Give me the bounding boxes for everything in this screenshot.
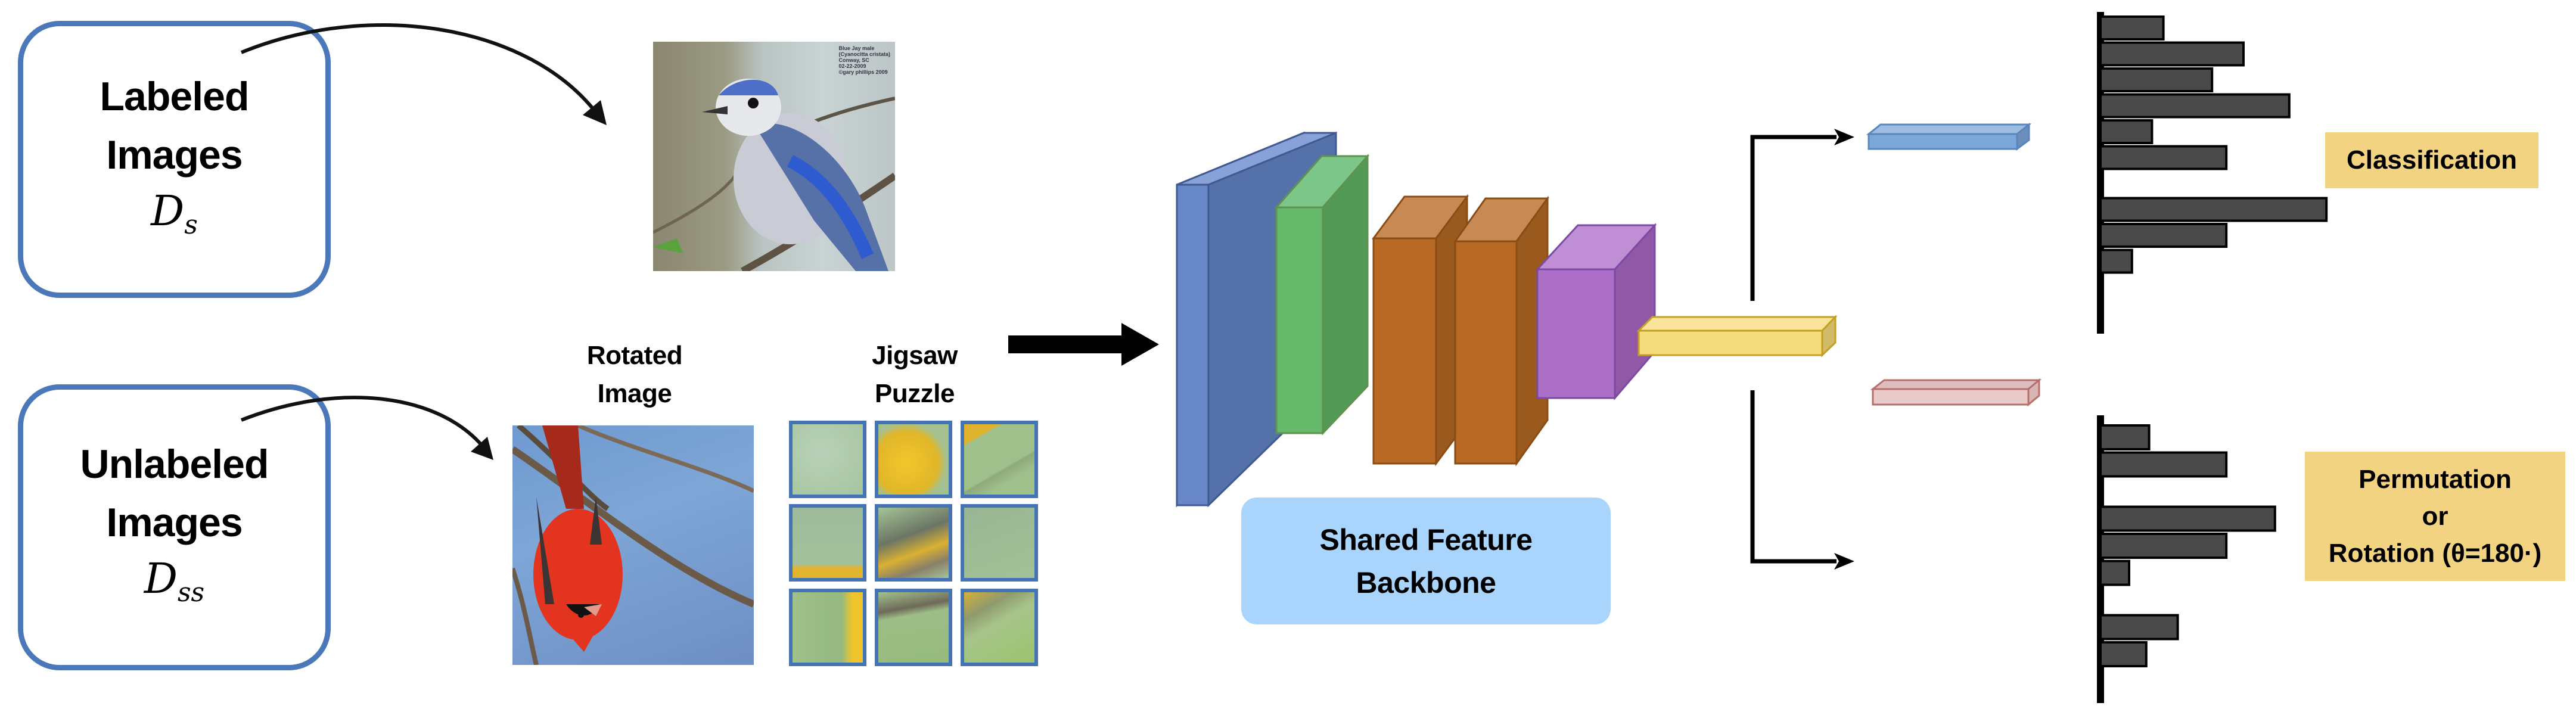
- histogram-bar: [2099, 119, 2154, 144]
- histogram-bar: [2099, 559, 2130, 586]
- histogram-bar: [2099, 197, 2328, 222]
- histogram-bar: [2099, 533, 2228, 559]
- histogram-bar: [2099, 145, 2228, 170]
- histogram-bar: [2099, 451, 2228, 478]
- histogram-self-supervised: [2099, 424, 2276, 667]
- classification-task-label: Classification: [2325, 132, 2538, 188]
- histogram-bar: [2099, 67, 2214, 92]
- histogram-bar: [2099, 424, 2151, 450]
- self-supervised-label-line3: Rotation (θ=180·): [2328, 538, 2542, 568]
- histogram-bar: [2099, 15, 2165, 41]
- histogram-bar: [2099, 641, 2148, 667]
- self-supervised-label-line1: Permutation: [2359, 464, 2512, 494]
- histogram-bar: [2099, 614, 2179, 641]
- self-supervised-label-line2: or: [2422, 501, 2448, 531]
- histogram-classification: [2099, 15, 2328, 274]
- histogram-bar: [2099, 505, 2276, 532]
- histogram-bar: [2099, 223, 2228, 248]
- self-supervised-task-label: Permutation or Rotation (θ=180·): [2305, 452, 2565, 581]
- classification-label-text: Classification: [2346, 145, 2518, 175]
- histogram-bar: [2099, 93, 2291, 119]
- histogram-bar: [2099, 41, 2245, 67]
- output-histograms: [2097, 12, 2328, 703]
- histogram-bar: [2099, 248, 2133, 274]
